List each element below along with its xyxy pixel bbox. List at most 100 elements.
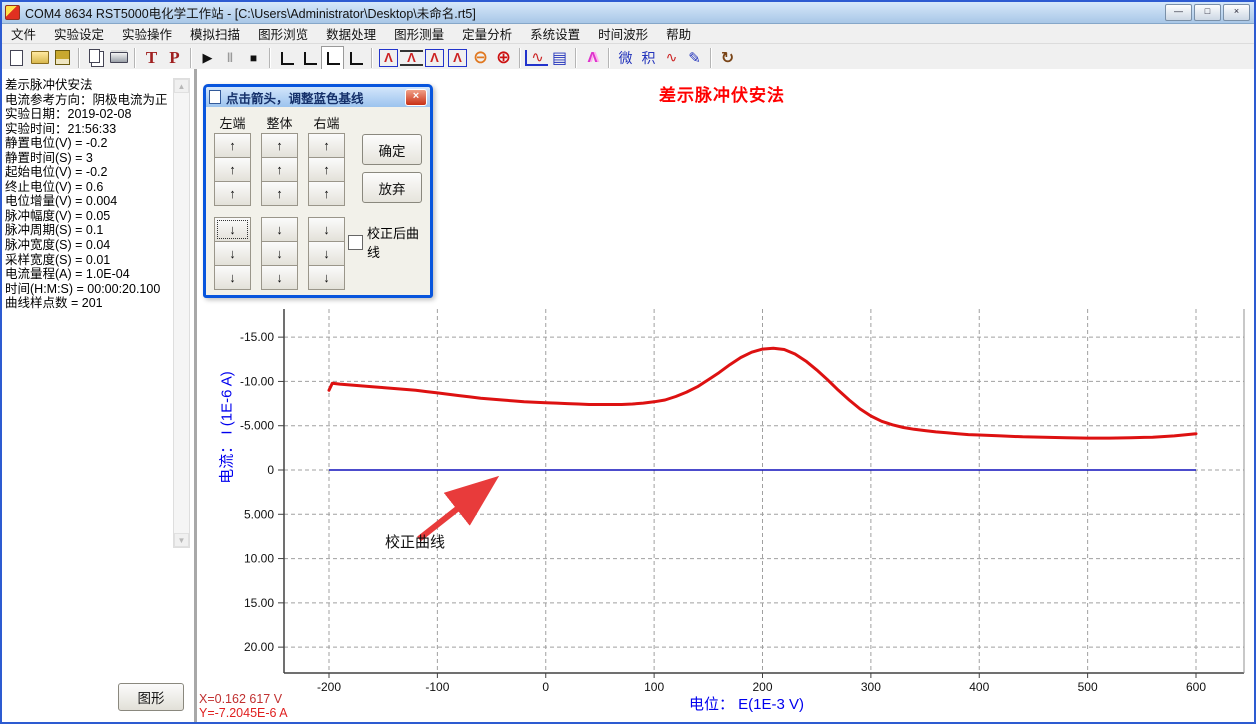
param-line: 静置电位(V) = -0.2 [5,136,194,151]
scroll-up-icon[interactable]: ▲ [174,79,189,93]
letter-P-icon[interactable]: P [163,46,186,70]
cancel-button[interactable]: 放弃 [362,172,422,203]
param-line: 采样宽度(S) = 0.01 [5,253,194,268]
pause-icon[interactable]: ‖ [219,46,242,70]
dialog-close-icon[interactable]: × [405,89,427,106]
peak-analysis-icon[interactable]: Λ [581,46,604,70]
save-icon[interactable] [51,46,74,70]
baseline-up-whole-3[interactable]: ↑ [261,181,298,206]
app-window: COM4 8634 RST5000电化学工作站 - [C:\Users\Admi… [0,0,1256,724]
baseline-up-left-3[interactable]: ↑ [214,181,251,206]
param-line: 时间(H:M:S) = 00:00:20.100 [5,282,194,297]
dialog-title-bar[interactable]: 点击箭头，调整蓝色基线 × [206,87,430,107]
y-axis-label: 电流： I (1E-6 A) [216,313,237,543]
zoom-out-icon[interactable]: ⊖ [469,46,492,70]
manual-curve-icon[interactable]: ∿ [525,50,548,66]
column-header-whole: 整体 [261,113,298,132]
peak-view2-icon[interactable]: Λ [448,49,467,67]
close-button[interactable]: × [1223,4,1250,21]
param-line: 终止电位(V) = 0.6 [5,180,194,195]
baseline-down-left-3[interactable]: ↓ [214,265,251,290]
baseline-down-whole-3[interactable]: ↓ [261,265,298,290]
y-tick-label: -15.00 [240,330,274,344]
stop-icon[interactable]: ■ [242,46,265,70]
arrow-column-down-whole: ↓↓↓ [261,218,298,290]
axis-y-shrink-icon[interactable] [298,46,321,70]
rotate-3d-icon[interactable]: ↻ [716,46,739,70]
sidebar-scrollbar[interactable]: ▲ ▼ [173,78,190,548]
param-line: 电流量程(A) = 1.0E-04 [5,267,194,282]
axis-x-shrink-icon[interactable] [321,46,344,70]
scroll-down-icon[interactable]: ▼ [174,533,189,547]
x-tick-label: 600 [1186,680,1206,694]
fit-peak-icon[interactable]: Λ [400,50,423,66]
peak-view1-icon[interactable]: Λ [425,49,444,67]
y-tick-label: 15.00 [244,596,274,610]
ok-button[interactable]: 确定 [362,134,422,165]
baseline-up-whole-2[interactable]: ↑ [261,157,298,182]
corrected-curve-option: 校正后曲线 [348,223,430,261]
x-axis-label: 电位： E(1E-3 V) [689,693,804,714]
baseline-annotation: 校正曲线 [385,531,445,552]
new-icon[interactable] [5,46,28,70]
menu-item-help[interactable]: 帮助 [657,23,700,44]
baseline-up-right-3[interactable]: ↑ [308,181,345,206]
baseline-up-right-2[interactable]: ↑ [308,157,345,182]
data-list-icon[interactable]: ▤ [548,46,571,70]
baseline-down-right-3[interactable]: ↓ [308,265,345,290]
baseline-down-left-2[interactable]: ↓ [214,241,251,266]
axis-x-expand-icon[interactable] [344,46,367,70]
y-tick-label: -5.000 [240,419,274,433]
menu-item-quantitative-analysis[interactable]: 定量分析 [453,23,521,44]
menu-item-experiment-setup[interactable]: 实验设定 [45,23,113,44]
baseline-down-right-1[interactable]: ↓ [308,217,345,242]
edit-icon[interactable]: ✎ [683,46,706,70]
param-line: 静置时间(S) = 3 [5,151,194,166]
menu-item-time-waveform[interactable]: 时间波形 [589,23,657,44]
parameter-sidebar: 差示脉冲伏安法电流参考方向：阴极电流为正实验日期：2019-02-08实验时间：… [2,69,197,722]
menu-item-data-processing[interactable]: 数据处理 [317,23,385,44]
menu-item-file[interactable]: 文件 [2,23,45,44]
differentiate-icon[interactable]: 微 [614,46,637,70]
window-controls: —□× [1165,4,1250,21]
toolbar-separator [519,48,521,68]
minimize-button[interactable]: — [1165,4,1192,21]
toolbar-separator [269,48,271,68]
baseline-down-whole-1[interactable]: ↓ [261,217,298,242]
corrected-curve-checkbox[interactable] [348,235,363,250]
axis-y-expand-icon[interactable] [275,46,298,70]
baseline-up-left-1[interactable]: ↑ [214,133,251,158]
menu-bar: 文件实验设定实验操作模拟扫描图形浏览数据处理图形测量定量分析系统设置时间波形帮助 [2,24,1254,44]
menu-item-experiment-operation[interactable]: 实验操作 [113,23,181,44]
baseline-down-left-1[interactable]: ↓ [214,217,251,242]
autoscale-peak-icon[interactable]: Λ [379,49,398,67]
baseline-down-right-2[interactable]: ↓ [308,241,345,266]
integrate-icon[interactable]: 积 [637,46,660,70]
column-header-right: 右端 [308,113,345,132]
param-line: 脉冲宽度(S) = 0.04 [5,238,194,253]
param-line: 电流参考方向：阴极电流为正 [5,93,194,108]
maximize-button[interactable]: □ [1194,4,1221,21]
param-line: 曲线样点数 = 201 [5,296,194,311]
letter-T-icon[interactable]: T [140,46,163,70]
baseline-up-right-1[interactable]: ↑ [308,133,345,158]
smooth-curve-icon[interactable]: ∿ [660,46,683,70]
menu-item-graph-measurement[interactable]: 图形测量 [385,23,453,44]
graph-button[interactable]: 图形 [118,683,184,711]
baseline-down-whole-2[interactable]: ↓ [261,241,298,266]
menu-item-system-settings[interactable]: 系统设置 [521,23,589,44]
baseline-up-left-2[interactable]: ↑ [214,157,251,182]
menu-item-graph-view[interactable]: 图形浏览 [249,23,317,44]
zoom-in-icon[interactable]: ⊕ [492,46,515,70]
menu-item-simulated-scan[interactable]: 模拟扫描 [181,23,249,44]
copy-icon[interactable] [84,46,107,70]
corrected-curve-label: 校正后曲线 [367,223,430,261]
y-tick-label: 10.00 [244,552,274,566]
print-icon[interactable] [107,46,130,70]
x-tick-label: 200 [752,680,772,694]
baseline-up-whole-1[interactable]: ↑ [261,133,298,158]
dialog-icon [209,90,221,104]
open-icon[interactable] [28,46,51,70]
run-icon[interactable]: ▶ [196,46,219,70]
arrow-column-down-left: ↓↓↓ [214,218,251,290]
